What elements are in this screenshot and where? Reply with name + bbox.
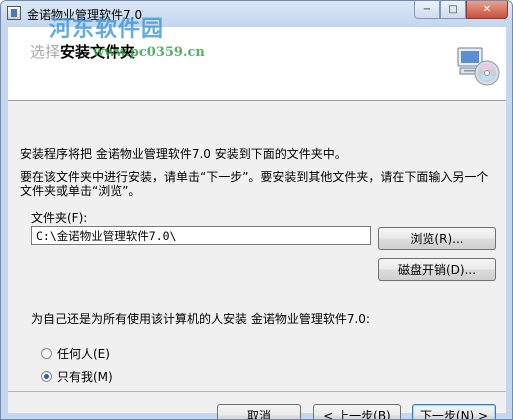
computer-cd-icon xyxy=(457,47,500,86)
back-button[interactable]: < 上一步(B) xyxy=(313,404,401,419)
disk-cost-button[interactable]: 磁盘开销(D)... xyxy=(378,258,496,281)
radio-icon[interactable] xyxy=(41,348,52,359)
radio-everyone-label: 任何人(E) xyxy=(57,347,110,361)
window-controls: − □ ✕ xyxy=(414,1,508,20)
folder-path-input[interactable] xyxy=(31,226,371,245)
radio-just-me-label: 只有我(M) xyxy=(57,370,113,384)
install-scope-question: 为自己还是为所有使用该计算机的人安装 金诺物业管理软件7.0: xyxy=(31,312,370,326)
install-instructions-text: 要在该文件夹中进行安装，请单击“下一步”。要安装到其他文件夹，请在下面输入另一个… xyxy=(20,170,489,198)
radio-everyone[interactable]: 任何人(E) xyxy=(41,345,110,362)
watermark-url: www.pc0359.cn xyxy=(93,45,205,60)
app-icon xyxy=(7,6,21,20)
footer-separator xyxy=(8,391,506,392)
cancel-button[interactable]: 取消 xyxy=(217,404,301,419)
page-title-prefix: 选择 xyxy=(30,43,61,61)
watermark-text: 河东软件园 xyxy=(49,16,165,42)
radio-icon[interactable] xyxy=(41,371,52,382)
next-button[interactable]: 下一步(N) > xyxy=(412,404,496,419)
installer-window: 金诺物业管理软件7.0 − □ ✕ 选择安装文件夹 安装程序将把 金诺物业管理软… xyxy=(0,0,513,420)
close-button[interactable]: ✕ xyxy=(466,1,508,19)
maximize-button[interactable]: □ xyxy=(440,1,466,19)
browse-button[interactable]: 浏览(R)... xyxy=(378,227,496,250)
minimize-button[interactable]: − xyxy=(414,1,440,19)
dialog-content: 选择安装文件夹 安装程序将把 金诺物业管理软件7.0 安装到下面的文件夹中。 要… xyxy=(8,27,506,419)
radio-just-me[interactable]: 只有我(M) xyxy=(41,368,113,385)
folder-label: 文件夹(F): xyxy=(31,211,88,225)
install-destination-text: 安装程序将把 金诺物业管理软件7.0 安装到下面的文件夹中。 xyxy=(20,147,347,161)
